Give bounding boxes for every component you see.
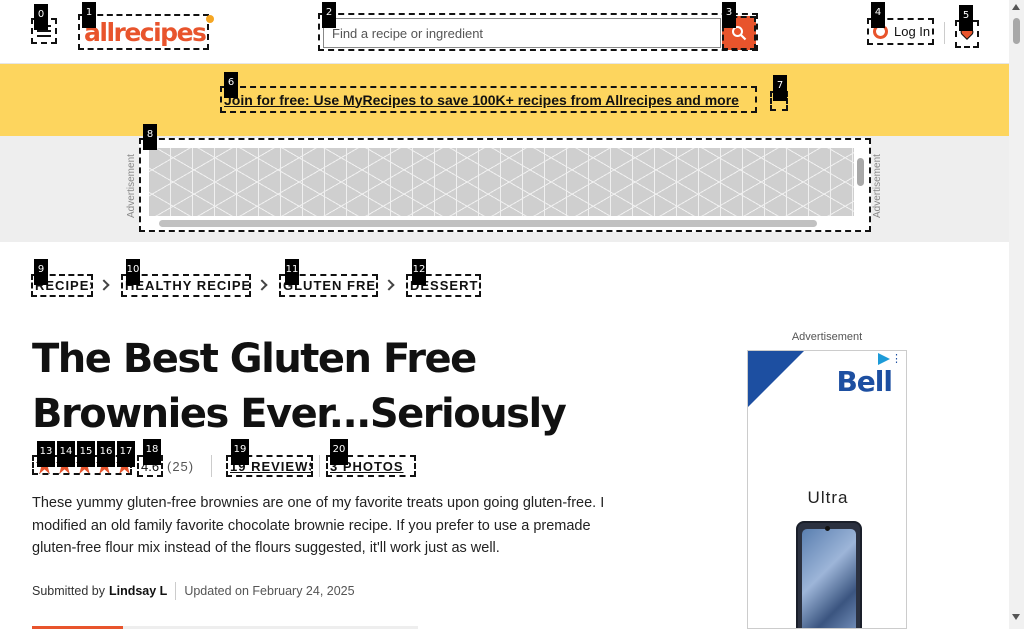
marker-badge: 8 (143, 124, 157, 150)
marker-badge: 10 (126, 259, 140, 285)
login-label: Log In (894, 24, 931, 39)
marker-badge: 17 (117, 441, 135, 467)
marker-badge: 7 (773, 75, 787, 101)
marker-badge: 13 (37, 441, 55, 467)
marker-badge: 3 (722, 2, 736, 28)
search-input[interactable] (323, 18, 721, 48)
phone-image (796, 521, 862, 628)
scroll-down-arrow-icon[interactable] (1012, 614, 1020, 620)
ad-product-name: Ultra (807, 488, 849, 507)
side-ad[interactable]: ⋮ Bell Ultra (747, 350, 907, 629)
submitted-by-label: Submitted by (32, 584, 105, 598)
brand-logo: Bell (836, 365, 893, 398)
logo-text: allrecipes (84, 17, 207, 47)
marker-badge: 16 (97, 441, 115, 467)
side-ad-label: Advertisement (791, 331, 863, 343)
byline-divider (175, 582, 177, 600)
marker-badge: 9 (34, 259, 48, 285)
chevron-right-icon (383, 279, 395, 291)
reviews-divider (319, 455, 320, 477)
hamburger-icon (37, 30, 51, 32)
rating-divider (211, 455, 212, 477)
scroll-up-arrow-icon[interactable] (1012, 4, 1020, 10)
marker-badge: 14 (57, 441, 75, 467)
join-promo-link[interactable]: Join for free: Use MyRecipes to save 100… (220, 86, 757, 113)
chevron-right-icon (98, 279, 110, 291)
marker-badge: 1 (82, 2, 96, 28)
phone-screen (802, 529, 856, 628)
header-divider (944, 22, 945, 44)
page-title: The Best Gluten Free Brownies Ever...Ser… (32, 336, 567, 437)
byline: Submitted by Lindsay L Updated on Februa… (32, 582, 355, 600)
marker-badge: 12 (412, 259, 426, 285)
page-scrollbar[interactable] (1009, 0, 1024, 629)
breadcrumb-healthy-recipes[interactable]: HEALTHY RECIPES (121, 274, 251, 297)
rating-count: (25) (167, 459, 195, 474)
marker-badge: 18 (143, 439, 161, 465)
site-logo[interactable]: allrecipes (78, 14, 215, 50)
marker-badge: 20 (330, 439, 348, 465)
ad-corner-graphic (748, 351, 804, 407)
ad-options-icon[interactable]: ⋮ (891, 352, 902, 365)
ad-label-left: Advertisement (126, 154, 137, 218)
phone-camera (825, 526, 830, 531)
marker-badge: 5 (959, 5, 973, 31)
marker-badge: 4 (871, 2, 885, 28)
ad-choices-icon[interactable] (878, 353, 890, 365)
marker-badge: 11 (285, 259, 299, 285)
marker-badge: 0 (34, 4, 48, 30)
ad-placeholder-image (149, 148, 854, 216)
ad-horizontal-scrollbar[interactable] (159, 220, 817, 227)
search-form (318, 13, 758, 51)
site-header: allrecipes Log In (0, 0, 1009, 64)
recipe-description: These yummy gluten-free brownies are one… (32, 495, 605, 556)
top-ad-frame[interactable] (139, 138, 871, 232)
marker-badge: 6 (224, 72, 238, 98)
marker-badge: 15 (77, 441, 95, 467)
chevron-right-icon (256, 279, 268, 291)
marker-badge: 19 (231, 439, 249, 465)
author-link[interactable]: Lindsay L (109, 584, 167, 598)
ad-label-right: Advertisement (872, 154, 883, 218)
updated-date: Updated on February 24, 2025 (184, 584, 355, 598)
ad-vertical-scrollbar[interactable] (857, 158, 864, 186)
marker-badge: 2 (322, 2, 336, 28)
scroll-thumb[interactable] (1013, 18, 1020, 44)
